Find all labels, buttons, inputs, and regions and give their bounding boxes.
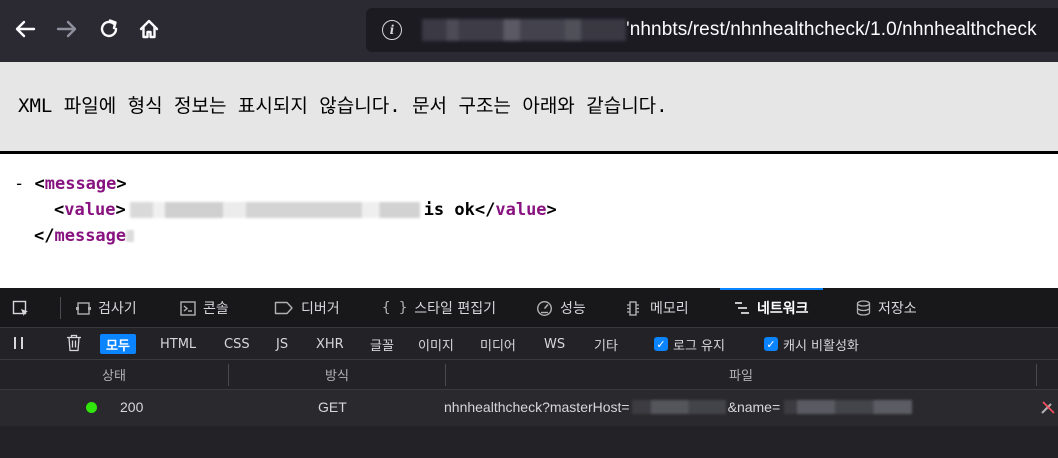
checkbox-label: 로그 유지: [673, 338, 725, 354]
filter-all[interactable]: 모두: [100, 334, 136, 354]
network-column-header: 상태 방식 파일: [0, 360, 1058, 390]
arrow-left-icon: [15, 20, 36, 38]
redacted-value: [129, 202, 420, 218]
status-code: 200: [120, 399, 144, 415]
filter-xhr[interactable]: XHR: [310, 334, 350, 354]
network-empty-area: [0, 426, 1058, 458]
column-separator: [1036, 364, 1037, 386]
picker-icon: [12, 300, 28, 316]
xml-tree: - <message> <value> is ok</value> </messa…: [0, 154, 1058, 288]
edit-icon: [1040, 401, 1056, 415]
checkmark-icon: ✓: [764, 337, 778, 351]
redacted-url-host: [422, 19, 626, 41]
redacted-name: [784, 400, 913, 414]
message-close-tag-name: message: [54, 226, 127, 246]
column-status[interactable]: 상태: [0, 360, 228, 389]
trash-icon[interactable]: [66, 334, 82, 352]
filter-images[interactable]: 이미지: [412, 334, 460, 354]
request-method: GET: [318, 399, 347, 415]
tab-label: 검사기: [98, 301, 137, 317]
tab-performance[interactable]: 성능: [536, 288, 586, 328]
debugger-icon: [274, 301, 294, 315]
tab-label: 메모리: [650, 301, 689, 317]
file-middle: &name=: [727, 399, 781, 415]
tab-storage[interactable]: 저장소: [856, 288, 917, 328]
file-prefix: nhnhealthcheck?masterHost=: [444, 399, 630, 415]
network-icon: [734, 301, 750, 315]
column-method[interactable]: 방식: [229, 360, 445, 389]
forward-button[interactable]: [52, 14, 82, 44]
home-button[interactable]: [134, 14, 164, 44]
xml-notice-text: XML 파일에 형식 정보는 표시되지 않습니다. 문서 구조는 아래와 같습니…: [18, 95, 668, 117]
disable-cache-checkbox[interactable]: ✓ 캐시 비활성화: [764, 335, 859, 354]
tab-inspector[interactable]: 검사기: [76, 288, 137, 328]
filter-fonts[interactable]: 글꼴: [364, 334, 400, 354]
filter-js[interactable]: JS: [270, 334, 294, 354]
checkmark-icon: ✓: [654, 337, 668, 351]
tab-label: 성능: [560, 301, 586, 317]
xml-value-line: <value> is ok</value>: [54, 200, 557, 220]
devtools-tabbar: 검사기 콘솔 디버거 { } 스타일 편집기 성능 메모리 네트워크 저장소: [0, 288, 1058, 328]
filter-html[interactable]: HTML: [154, 334, 202, 354]
reload-button[interactable]: [94, 14, 124, 44]
value-suffix: is ok: [423, 200, 475, 220]
devtools-panel: 검사기 콘솔 디버거 { } 스타일 편집기 성능 메모리 네트워크 저장소 모…: [0, 288, 1058, 458]
tab-label: 저장소: [878, 301, 917, 317]
arrow-right-icon: [56, 20, 77, 38]
back-button[interactable]: [10, 14, 40, 44]
reload-icon: [100, 19, 118, 38]
xml-message-close: </message: [34, 226, 135, 246]
tab-label: 콘솔: [203, 301, 229, 317]
console-icon: [180, 300, 196, 316]
xml-message-open: - <message>: [14, 174, 127, 194]
xml-notice-banner: XML 파일에 형식 정보는 표시되지 않습니다. 문서 구조는 아래와 같습니…: [0, 62, 1058, 154]
url-bar[interactable]: i 'nhnbts/rest/nhnhealthcheck/1.0/nhnhea…: [366, 8, 1058, 52]
filter-ws[interactable]: WS: [538, 334, 571, 354]
performance-icon: [536, 300, 553, 317]
filter-other[interactable]: 기타: [588, 334, 624, 354]
info-icon[interactable]: i: [382, 20, 402, 40]
filter-css[interactable]: CSS: [218, 334, 256, 354]
tab-label: 스타일 편집기: [414, 301, 497, 317]
tab-console[interactable]: 콘솔: [180, 288, 229, 328]
tab-network[interactable]: 네트워크: [720, 288, 822, 328]
checkbox-label: 캐시 비활성화: [783, 338, 859, 354]
filter-media[interactable]: 미디어: [474, 334, 522, 354]
home-icon: [139, 19, 159, 39]
network-filter-bar: 모두 HTML CSS JS XHR 글꼴 이미지 미디어 WS 기타 ✓ 로그 …: [0, 328, 1058, 360]
style-editor-icon: { }: [382, 300, 408, 316]
message-tag-name: message: [44, 174, 117, 194]
request-file: nhnhealthcheck?masterHost= &name=: [444, 399, 913, 415]
tab-style-editor[interactable]: { } 스타일 편집기: [382, 288, 496, 328]
tab-separator: [60, 297, 61, 319]
collapse-toggle[interactable]: -: [14, 174, 34, 194]
redacted-tail: [126, 230, 135, 242]
column-file[interactable]: 파일: [446, 360, 1036, 389]
persist-logs-checkbox[interactable]: ✓ 로그 유지: [654, 335, 725, 354]
tab-label: 디버거: [301, 301, 340, 317]
redacted-host: [631, 400, 726, 414]
browser-toolbar: i 'nhnbts/rest/nhnhealthcheck/1.0/nhnhea…: [0, 0, 1058, 62]
value-tag-name: value: [64, 200, 116, 220]
storage-icon: [856, 300, 871, 316]
tab-debugger[interactable]: 디버거: [274, 288, 340, 328]
network-request-row[interactable]: 200 GET nhnhealthcheck?masterHost= &name=: [0, 390, 1058, 426]
url-text: 'nhnbts/rest/nhnhealthcheck/1.0/nhnhealt…: [626, 19, 1037, 40]
tab-label: 네트워크: [757, 301, 809, 317]
pause-icon[interactable]: [14, 337, 24, 349]
element-picker-button[interactable]: [10, 298, 32, 320]
inspector-icon: [76, 301, 91, 316]
value-close-tag-name: value: [495, 200, 547, 220]
status-ok-icon: [86, 402, 97, 413]
tab-memory[interactable]: 메모리: [626, 288, 689, 328]
memory-icon: [626, 300, 643, 316]
